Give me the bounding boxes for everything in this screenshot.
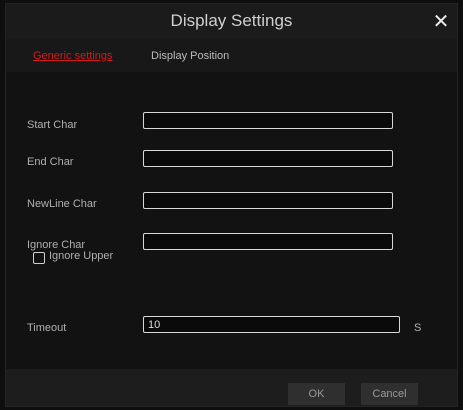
end-char-input[interactable] bbox=[143, 150, 393, 167]
newline-char-input[interactable] bbox=[143, 192, 393, 209]
timeout-unit-label: S bbox=[414, 322, 422, 334]
ignore-upper-checkbox[interactable] bbox=[33, 252, 45, 264]
dialog-footer: OK Cancel bbox=[6, 369, 457, 406]
title-bar: Display Settings ✕ bbox=[6, 4, 457, 39]
ignore-char-input[interactable] bbox=[143, 233, 393, 250]
tab-bar: Generic settings Display Position bbox=[6, 39, 457, 72]
tab-display-position[interactable]: Display Position bbox=[151, 50, 229, 62]
timeout-input[interactable] bbox=[143, 316, 400, 333]
end-char-label: End Char bbox=[27, 156, 74, 168]
tab-generic-settings[interactable]: Generic settings bbox=[33, 50, 112, 62]
start-char-input[interactable] bbox=[143, 112, 393, 129]
newline-char-label: NewLine Char bbox=[27, 198, 97, 210]
ok-button[interactable]: OK bbox=[288, 383, 345, 405]
start-char-label: Start Char bbox=[27, 119, 78, 131]
timeout-label: Timeout bbox=[27, 322, 67, 334]
close-icon[interactable]: ✕ bbox=[431, 10, 451, 33]
dialog-title: Display Settings bbox=[170, 11, 293, 30]
ignore-upper-label: Ignore Upper bbox=[49, 250, 114, 262]
cancel-button[interactable]: Cancel bbox=[361, 383, 418, 405]
display-settings-dialog: Display Settings ✕ Generic settings Disp… bbox=[6, 4, 457, 406]
